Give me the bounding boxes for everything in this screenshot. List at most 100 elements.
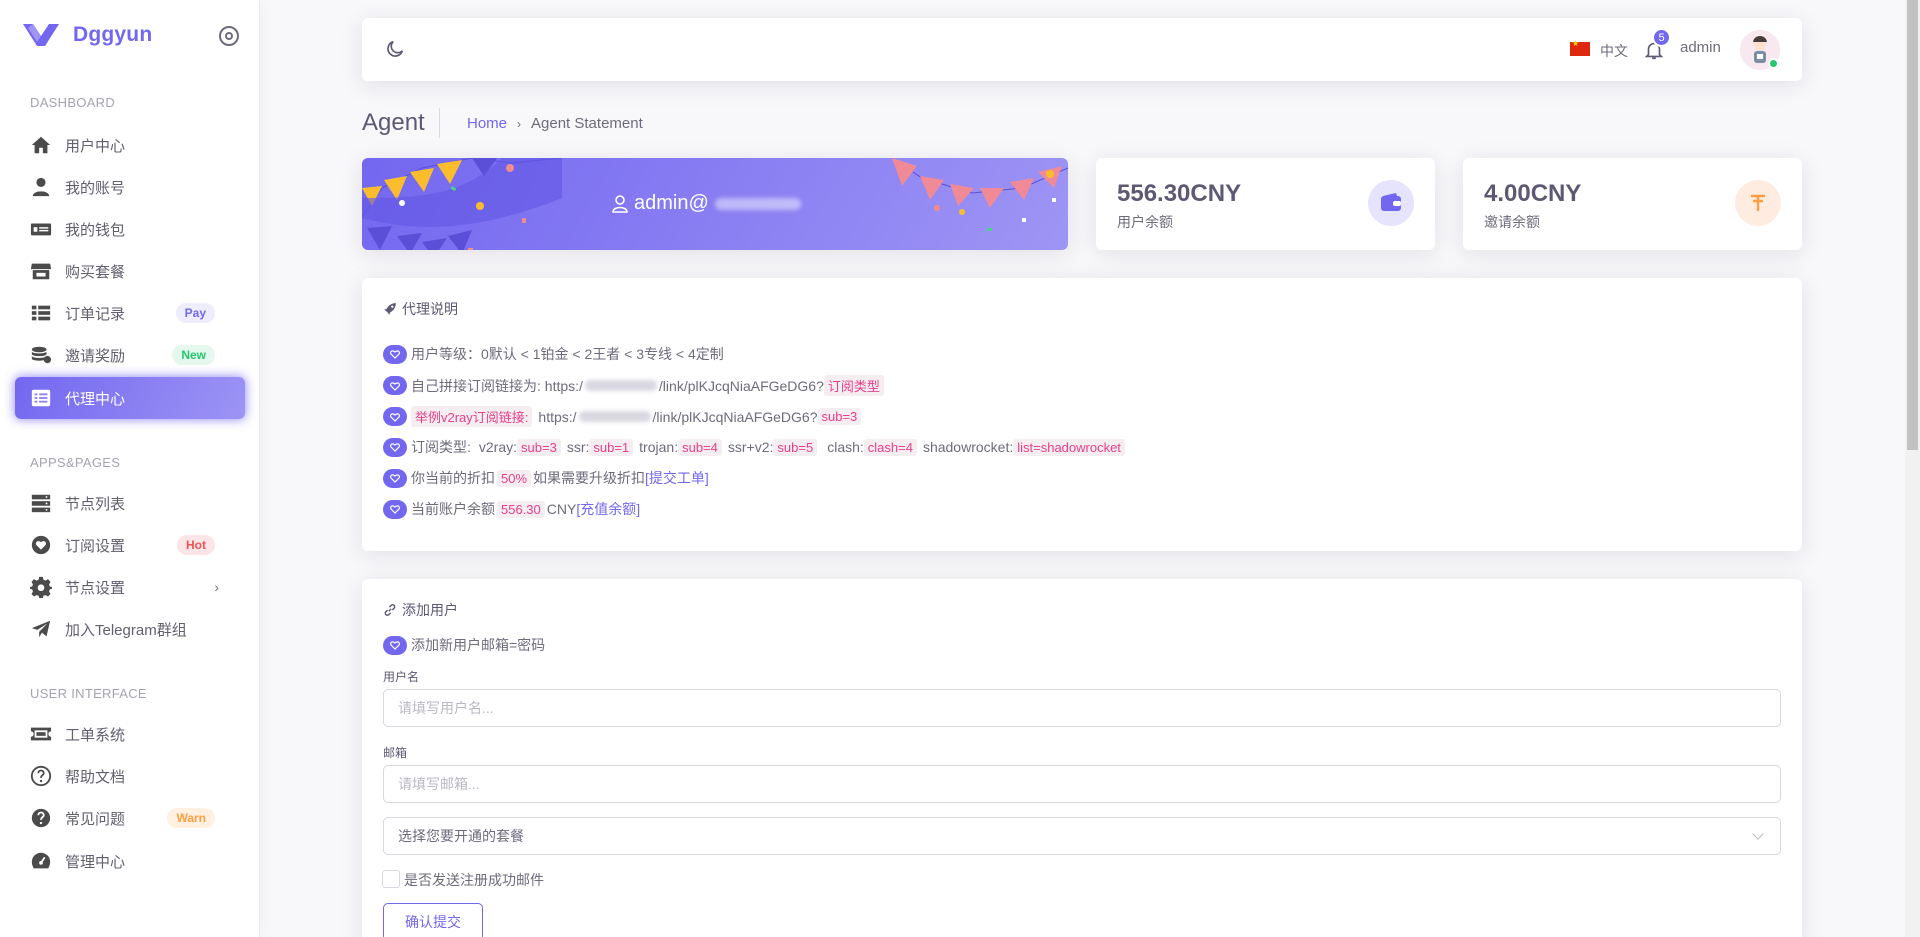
section-user-interface: USER INTERFACE [30, 686, 147, 701]
sidebar-item-faq[interactable]: 常见问题 Warn [15, 797, 245, 839]
send-email-checkbox[interactable] [382, 870, 400, 888]
sidebar-collapse-toggle-icon[interactable] [219, 26, 239, 46]
brand[interactable]: Dggyun [23, 22, 152, 48]
type-param: sub=3 [517, 438, 561, 456]
welcome-banner: admin@ [362, 158, 1068, 250]
sidebar-item-label: 节点设置 [65, 579, 126, 597]
sidebar-item-buy-plan[interactable]: 购买套餐 [15, 250, 245, 292]
sidebar-item-label: 管理中心 [65, 853, 126, 871]
user-icon [30, 176, 52, 198]
banner-username: admin@ [612, 192, 801, 215]
sidebar-item-node-settings[interactable]: 节点设置 › [15, 566, 245, 608]
heart-icon [383, 407, 407, 426]
ticket-icon [30, 723, 52, 745]
sidebar-item-ticket-system[interactable]: 工单系统 [15, 713, 245, 755]
user-balance-label: 用户余额 [1117, 214, 1173, 230]
sidebar-item-my-account[interactable]: 我的账号 [15, 166, 245, 208]
sidebar-item-agent-center[interactable]: 代理中心 [15, 377, 245, 419]
sidebar-item-join-telegram[interactable]: 加入Telegram群组 [15, 608, 245, 650]
email-label: 邮箱 [383, 746, 408, 760]
breadcrumb-current: Agent Statement [531, 115, 643, 132]
gear-icon [30, 576, 52, 598]
username-input[interactable]: 请填写用户名... [383, 689, 1781, 727]
online-status-dot [1768, 58, 1779, 69]
navbar-username[interactable]: admin [1680, 39, 1721, 56]
confirm-submit-button[interactable]: 确认提交 [383, 903, 483, 937]
send-email-label: 是否发送注册成功邮件 [404, 872, 544, 888]
section-apps-pages: APPS&PAGES [30, 455, 121, 470]
invite-balance-label: 邀请余额 [1484, 214, 1540, 230]
sidebar-item-user-center[interactable]: 用户中心 [15, 124, 245, 166]
example-param: sub=3 [817, 408, 862, 425]
money-bill-icon [30, 218, 52, 240]
redacted-domain [584, 380, 657, 391]
moon-icon[interactable] [384, 38, 406, 60]
sidebar-item-my-wallet[interactable]: 我的钱包 [15, 208, 245, 250]
sidebar-item-label: 邀请奖励 [65, 347, 126, 365]
sidebar-item-label: 购买套餐 [65, 263, 126, 281]
type-param: list=shadowrocket [1013, 438, 1125, 456]
email-input[interactable]: 请填写邮箱... [383, 765, 1781, 803]
heart-icon [383, 468, 407, 488]
sidebar-item-invite-rewards[interactable]: 邀请奖励 New [15, 334, 245, 376]
agent-list-icon [30, 387, 52, 409]
add-user-title: 添加用户 [383, 600, 458, 620]
server-icon [30, 492, 52, 514]
brand-logo-icon [23, 24, 59, 46]
type-param: sub=1 [589, 438, 634, 456]
link-icon [384, 604, 396, 616]
chevron-right-icon: › [517, 116, 522, 131]
question-circle-icon [30, 765, 52, 787]
sidebar: Dggyun DASHBOARD 用户中心 我的账号 我的钱包 购买套餐 订单记… [0, 0, 260, 937]
type-param: sub=4 [678, 438, 722, 456]
discount-value: 50% [497, 469, 532, 487]
chevron-right-icon: › [214, 579, 219, 595]
invite-balance-card: 4.00CNY 邀请余额 [1463, 158, 1802, 250]
badge-new: New [172, 345, 215, 365]
page-title: Agent [362, 108, 440, 138]
sidebar-item-order-records[interactable]: 订单记录 Pay [15, 292, 245, 334]
badge-pay: Pay [175, 303, 215, 323]
badge-hot: Hot [177, 535, 215, 555]
recharge-link[interactable]: [充值余额] [576, 499, 640, 519]
heart-icon [30, 534, 52, 556]
breadcrumb-home-link[interactable]: Home [467, 115, 507, 132]
breadcrumb: Home › Agent Statement [467, 115, 643, 132]
agent-info-card: 代理说明 用户等级：0默认 < 1铂金 < 2王者 < 3专线 < 4定制 自己… [362, 278, 1802, 551]
sidebar-item-help-docs[interactable]: 帮助文档 [15, 755, 245, 797]
language-selector[interactable]: 中文 [1600, 41, 1628, 61]
heart-icon [383, 344, 407, 364]
heart-icon [383, 437, 407, 457]
china-flag-icon[interactable] [1570, 39, 1590, 56]
sidebar-item-subscription-settings[interactable]: 订阅设置 Hot [15, 524, 245, 566]
plan-select[interactable]: 选择您要开通的套餐 [383, 817, 1781, 855]
page-scrollbar[interactable] [1905, 0, 1920, 937]
username-label: 用户名 [383, 670, 420, 684]
badge-warn: Warn [167, 808, 215, 828]
top-navbar: 中文 5 admin [362, 18, 1802, 81]
link-format-row: 自己拼接订阅链接为: https:/ /link/plKJcqNiaAFGeDG… [383, 375, 884, 396]
example-tag: 举例v2ray订阅链接: [411, 406, 533, 427]
chevron-down-icon [1752, 828, 1764, 840]
tether-icon [1735, 180, 1781, 226]
subscription-types-row: 订阅类型: v2ray: sub=3 ssr: sub=1 trojan: sub=4… [383, 437, 1125, 457]
coins-icon [30, 344, 52, 366]
notification-count-badge: 5 [1652, 28, 1671, 47]
home-icon [30, 134, 52, 156]
sidebar-item-admin-center[interactable]: 管理中心 [15, 840, 245, 882]
heart-icon [383, 376, 407, 395]
sidebar-item-label: 常见问题 [65, 810, 126, 828]
sidebar-item-label: 用户中心 [65, 137, 126, 155]
plan-select-value: 选择您要开通的套餐 [398, 828, 524, 844]
sidebar-item-node-list[interactable]: 节点列表 [15, 482, 245, 524]
balance-value: 556.30 [497, 500, 545, 518]
add-user-card: 添加用户 添加新用户邮箱=密码 用户名 请填写用户名... 邮箱 请填写邮箱..… [362, 579, 1802, 937]
scrollbar-thumb[interactable] [1907, 0, 1918, 450]
redacted-domain [714, 197, 801, 210]
rocket-icon [384, 303, 396, 315]
submit-ticket-link[interactable]: [提交工单] [645, 468, 709, 488]
sidebar-item-label: 代理中心 [65, 390, 126, 408]
discount-row: 你当前的折扣 50% 如果需要升级折扣 [提交工单] [383, 468, 709, 488]
store-icon [30, 260, 52, 282]
level-info-row: 用户等级：0默认 < 1铂金 < 2王者 < 3专线 < 4定制 [383, 344, 724, 364]
